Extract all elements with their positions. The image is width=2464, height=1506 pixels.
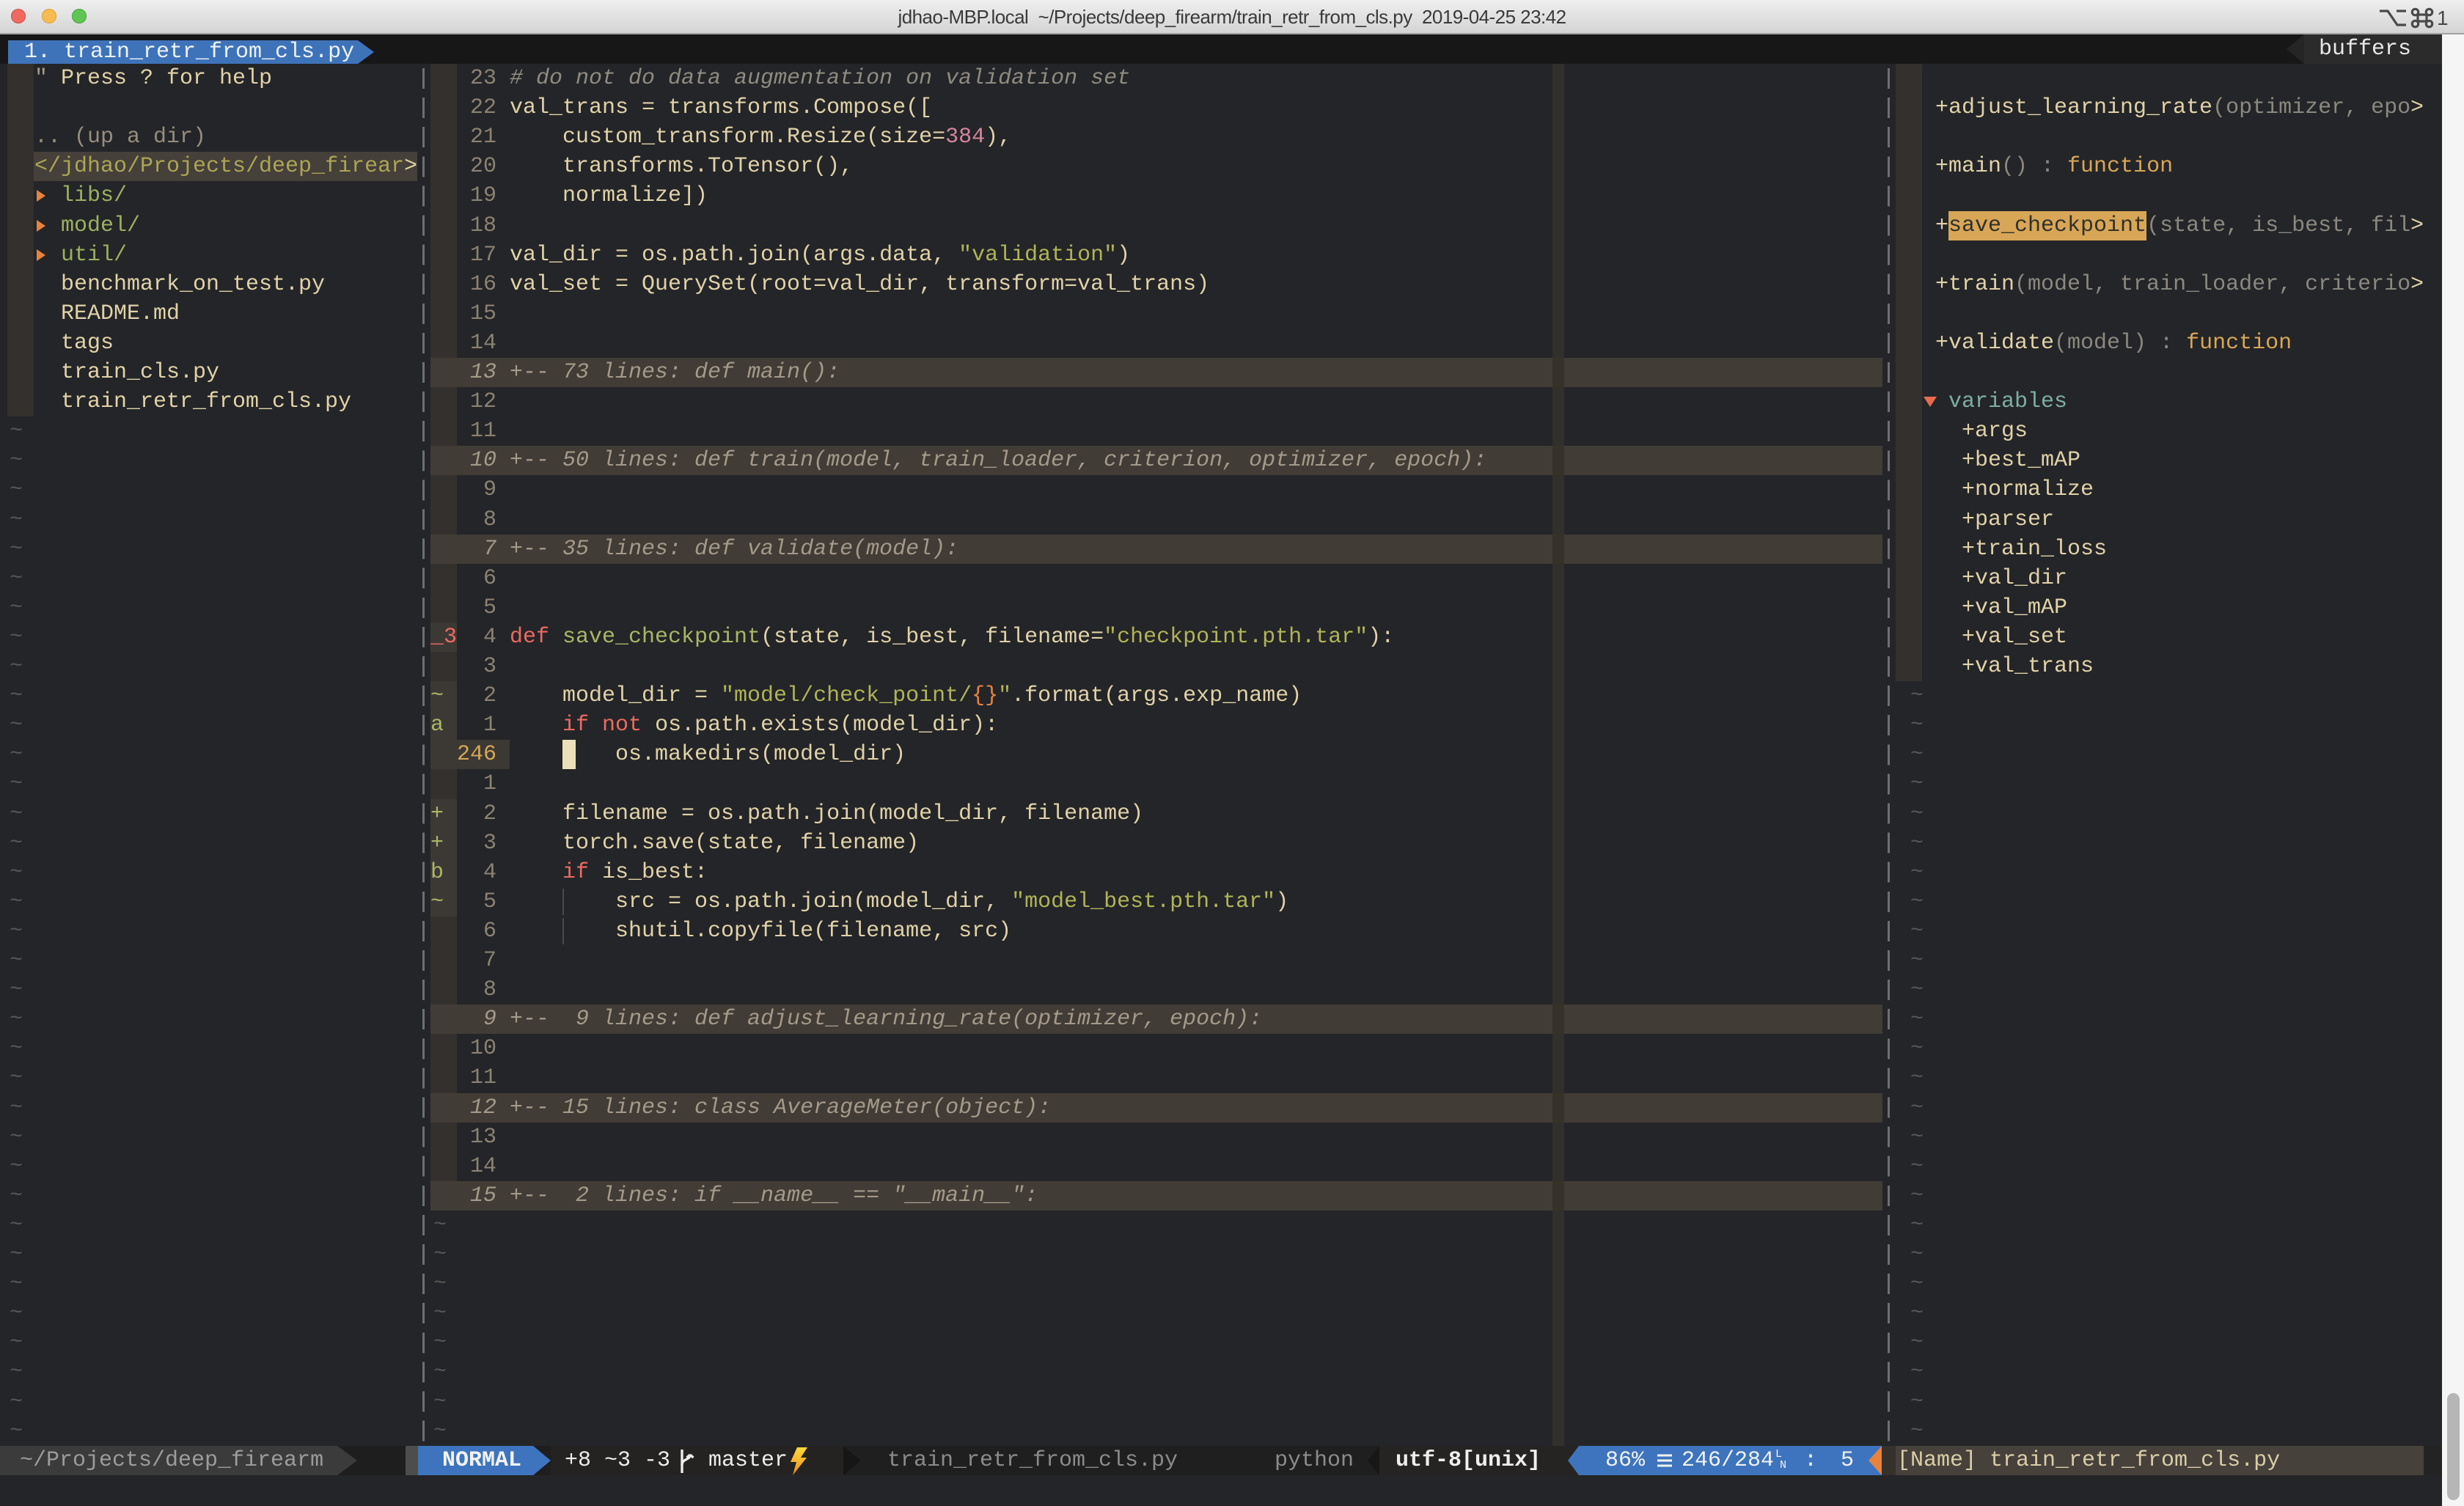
svg-text:1: 1 — [2437, 7, 2449, 29]
